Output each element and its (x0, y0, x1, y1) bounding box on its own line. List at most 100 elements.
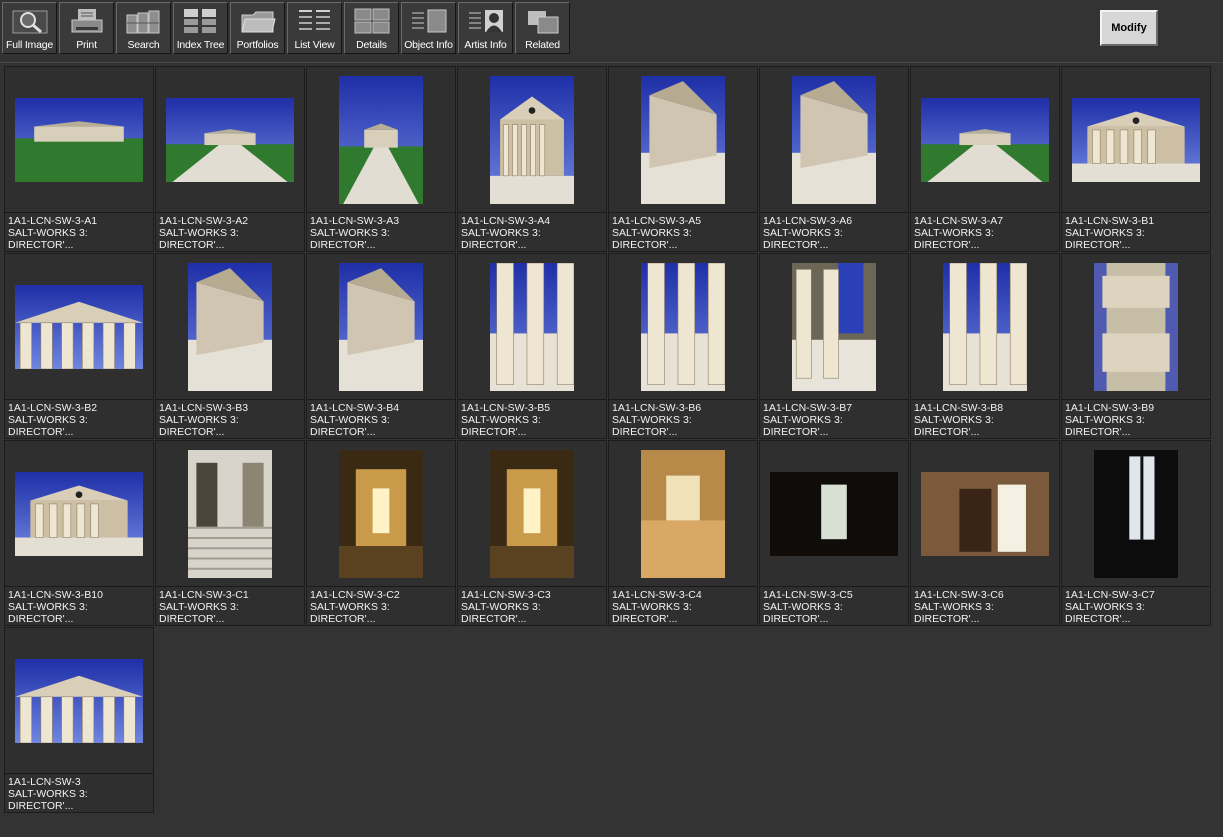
thumbnail-caption: 1A1-LCN-SW-3-A2 SALT-WORKS 3: DIRECTOR'... (156, 213, 304, 251)
thumbnail-frame (307, 441, 455, 587)
thumbnail-tile[interactable]: 1A1-LCN-SW-3-A3 SALT-WORKS 3: DIRECTOR'... (306, 66, 456, 252)
thumbnail-image[interactable] (188, 262, 272, 391)
thumbnail-id: 1A1-LCN-SW-3-C5 (763, 589, 853, 601)
thumbnail-subtitle: DIRECTOR'... (1065, 613, 1131, 625)
thumbnail-tile[interactable]: 1A1-LCN-SW-3-B1 SALT-WORKS 3: DIRECTOR'... (1061, 66, 1211, 252)
thumbnail-title: SALT-WORKS 3: (612, 227, 692, 239)
thumbnail-frame (911, 67, 1059, 213)
thumbnail-title: SALT-WORKS 3: (159, 601, 239, 613)
thumbnail-title: SALT-WORKS 3: (310, 227, 390, 239)
thumbnail-tile[interactable]: 1A1-LCN-SW-3-B9 SALT-WORKS 3: DIRECTOR'... (1061, 253, 1211, 439)
thumbnail-frame (911, 254, 1059, 400)
thumbnail-tile[interactable]: 1A1-LCN-SW-3-C1 SALT-WORKS 3: DIRECTOR'... (155, 440, 305, 626)
thumbnail-image[interactable] (490, 262, 574, 391)
thumbnail-image[interactable] (339, 449, 423, 578)
thumbnail-image[interactable] (15, 658, 143, 743)
thumbnail-tile[interactable]: 1A1-LCN-SW-3-B6 SALT-WORKS 3: DIRECTOR'... (608, 253, 758, 439)
thumbnail-id: 1A1-LCN-SW-3-B1 (1065, 215, 1155, 227)
toolbar-button-search[interactable]: Search (116, 2, 171, 54)
thumbnail-tile[interactable]: 1A1-LCN-SW-3-B10 SALT-WORKS 3: DIRECTOR'..… (4, 440, 154, 626)
thumbnail-title: SALT-WORKS 3: (461, 601, 541, 613)
thumbnail-subtitle: DIRECTOR'... (461, 239, 527, 251)
thumbnail-image[interactable] (490, 449, 574, 578)
thumbnail-tile[interactable]: 1A1-LCN-SW-3-A4 SALT-WORKS 3: DIRECTOR'... (457, 66, 607, 252)
toolbar-button-related[interactable]: Related (515, 2, 570, 54)
toolbar-button-full-image[interactable]: Full Image (2, 2, 57, 54)
thumbnail-tile[interactable]: 1A1-LCN-SW-3-A5 SALT-WORKS 3: DIRECTOR'... (608, 66, 758, 252)
thumbnail-tile[interactable]: 1A1-LCN-SW-3-C4 SALT-WORKS 3: DIRECTOR'... (608, 440, 758, 626)
thumbnail-tile[interactable]: 1A1-LCN-SW-3-C3 SALT-WORKS 3: DIRECTOR'... (457, 440, 607, 626)
thumbnail-image[interactable] (15, 97, 143, 182)
thumbnail-subtitle: DIRECTOR'... (612, 426, 678, 438)
thumbnail-tile[interactable]: 1A1-LCN-SW-3-B8 SALT-WORKS 3: DIRECTOR'... (910, 253, 1060, 439)
thumbnail-tile[interactable]: 1A1-LCN-SW-3 SALT-WORKS 3: DIRECTOR'... (4, 627, 154, 813)
thumbnail-image[interactable] (921, 471, 1049, 556)
thumbnail-id: 1A1-LCN-SW-3-B4 (310, 402, 400, 414)
thumbnail-title: SALT-WORKS 3: (461, 414, 541, 426)
thumbnail-tile[interactable]: 1A1-LCN-SW-3-A2 SALT-WORKS 3: DIRECTOR'... (155, 66, 305, 252)
thumbnail-tile[interactable]: 1A1-LCN-SW-3-A7 SALT-WORKS 3: DIRECTOR'... (910, 66, 1060, 252)
modify-button[interactable]: Modify (1100, 10, 1158, 46)
thumbnail-image[interactable] (770, 471, 898, 556)
artist-info-icon (469, 10, 503, 32)
thumbnail-image[interactable] (339, 262, 423, 391)
thumbnail-subtitle: DIRECTOR'... (310, 239, 376, 251)
thumbnail-title: SALT-WORKS 3: (1065, 227, 1145, 239)
search-cabinet-icon (126, 10, 160, 34)
thumbnail-image[interactable] (15, 471, 143, 556)
thumbnail-image[interactable] (1094, 262, 1178, 391)
thumbnail-frame (1062, 67, 1210, 213)
toolbar-button-object-info[interactable]: Object Info (401, 2, 456, 54)
thumbnail-image[interactable] (1094, 449, 1178, 578)
thumbnail-image[interactable] (641, 449, 725, 578)
toolbar-button-details[interactable]: Details (344, 2, 399, 54)
thumbnail-subtitle: DIRECTOR'... (8, 613, 74, 625)
thumbnail-image[interactable] (641, 75, 725, 204)
thumbnail-id: 1A1-LCN-SW-3-A7 (914, 215, 1004, 227)
thumbnail-image[interactable] (490, 75, 574, 204)
toolbar-button-portfolios[interactable]: Portfolios (230, 2, 285, 54)
toolbar-button-print[interactable]: Print (59, 2, 114, 54)
thumbnail-tile[interactable]: 1A1-LCN-SW-3-B2 SALT-WORKS 3: DIRECTOR'... (4, 253, 154, 439)
thumbnail-image[interactable] (339, 75, 423, 204)
thumbnail-id: 1A1-LCN-SW-3-A3 (310, 215, 400, 227)
thumbnail-image[interactable] (641, 262, 725, 391)
thumbnail-title: SALT-WORKS 3: (914, 601, 994, 613)
toolbar-button-list-view[interactable]: List View (287, 2, 342, 54)
thumbnail-image[interactable] (921, 97, 1049, 182)
thumbnail-image[interactable] (943, 262, 1027, 391)
thumbnail-tile[interactable]: 1A1-LCN-SW-3-C7 SALT-WORKS 3: DIRECTOR'... (1061, 440, 1211, 626)
thumbnail-tile[interactable]: 1A1-LCN-SW-3-B5 SALT-WORKS 3: DIRECTOR'... (457, 253, 607, 439)
toolbar-button-label: Print (76, 39, 97, 51)
thumbnail-tile[interactable]: 1A1-LCN-SW-3-C5 SALT-WORKS 3: DIRECTOR'... (759, 440, 909, 626)
toolbar-button-index-tree[interactable]: Index Tree (173, 2, 228, 54)
thumbnail-caption: 1A1-LCN-SW-3 SALT-WORKS 3: DIRECTOR'... (5, 774, 153, 812)
thumbnail-image[interactable] (166, 97, 294, 182)
thumbnail-title: SALT-WORKS 3: (8, 601, 88, 613)
toolbar-button-artist-info[interactable]: Artist Info (458, 2, 513, 54)
thumbnail-frame (458, 67, 606, 213)
thumbnail-tile[interactable]: 1A1-LCN-SW-3-B4 SALT-WORKS 3: DIRECTOR'... (306, 253, 456, 439)
thumbnail-image[interactable] (792, 75, 876, 204)
thumbnail-frame (458, 441, 606, 587)
thumbnail-image[interactable] (792, 262, 876, 391)
thumbnail-caption: 1A1-LCN-SW-3-C2 SALT-WORKS 3: DIRECTOR'... (307, 587, 455, 625)
thumbnail-caption: 1A1-LCN-SW-3-A1 SALT-WORKS 3: DIRECTOR'... (5, 213, 153, 251)
thumbnail-id: 1A1-LCN-SW-3-C2 (310, 589, 400, 601)
thumbnail-image[interactable] (188, 449, 272, 578)
thumbnail-id: 1A1-LCN-SW-3-B10 (8, 589, 103, 601)
thumbnail-image[interactable] (15, 284, 143, 369)
thumbnail-tile[interactable]: 1A1-LCN-SW-3-A6 SALT-WORKS 3: DIRECTOR'... (759, 66, 909, 252)
thumbnail-subtitle: DIRECTOR'... (310, 426, 376, 438)
thumbnail-id: 1A1-LCN-SW-3-A2 (159, 215, 249, 227)
thumbnail-subtitle: DIRECTOR'... (159, 613, 225, 625)
thumbnail-tile[interactable]: 1A1-LCN-SW-3-C6 SALT-WORKS 3: DIRECTOR'... (910, 440, 1060, 626)
thumbnail-tile[interactable]: 1A1-LCN-SW-3-C2 SALT-WORKS 3: DIRECTOR'... (306, 440, 456, 626)
thumbnail-caption: 1A1-LCN-SW-3-C6 SALT-WORKS 3: DIRECTOR'... (911, 587, 1059, 625)
thumbnail-tile[interactable]: 1A1-LCN-SW-3-B7 SALT-WORKS 3: DIRECTOR'... (759, 253, 909, 439)
thumbnail-tile[interactable]: 1A1-LCN-SW-3-B3 SALT-WORKS 3: DIRECTOR'... (155, 253, 305, 439)
thumbnail-image[interactable] (1072, 97, 1200, 182)
thumbnail-frame (307, 67, 455, 213)
thumbnail-subtitle: DIRECTOR'... (763, 426, 829, 438)
thumbnail-tile[interactable]: 1A1-LCN-SW-3-A1 SALT-WORKS 3: DIRECTOR'... (4, 66, 154, 252)
